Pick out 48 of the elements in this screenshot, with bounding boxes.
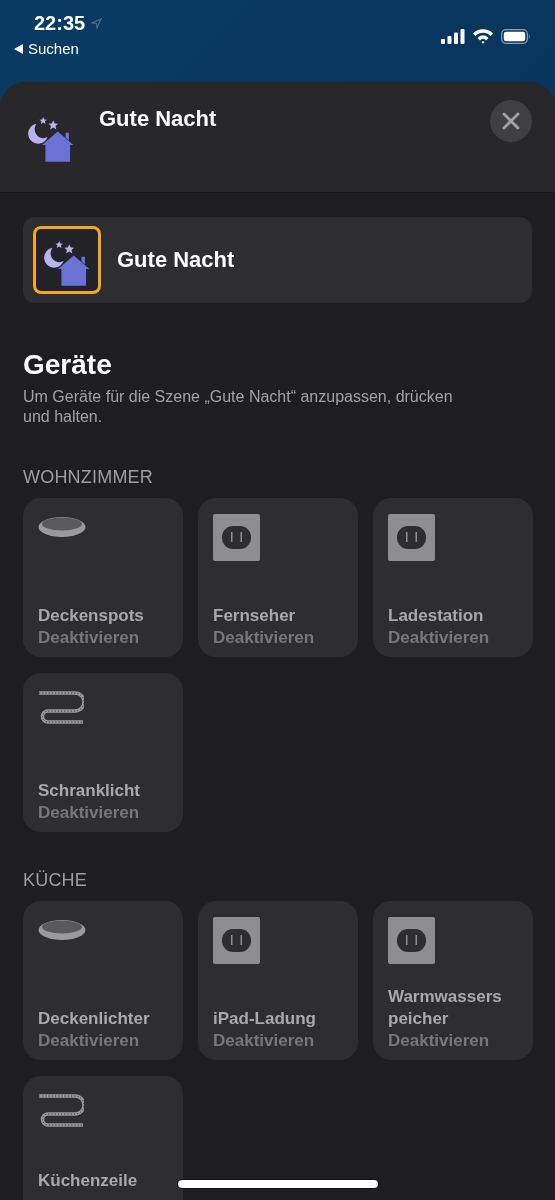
device-tile[interactable]: Deckenspots Deaktivieren bbox=[23, 498, 183, 657]
signal-icon bbox=[441, 28, 465, 44]
ceiling-light-icon bbox=[38, 917, 86, 941]
device-tile[interactable]: Fernseher Deaktivieren bbox=[198, 498, 358, 657]
device-name: Deckenspots bbox=[38, 605, 145, 627]
back-triangle-icon bbox=[14, 43, 23, 54]
device-status: Deaktivieren bbox=[38, 1030, 141, 1052]
close-button[interactable] bbox=[490, 100, 532, 142]
device-name: Schranklicht bbox=[38, 780, 142, 802]
device-name: Küchenzeile bbox=[38, 1170, 139, 1192]
device-name: Warmwassers peicher bbox=[388, 986, 503, 1030]
power-outlet-icon bbox=[388, 917, 435, 964]
close-icon bbox=[502, 112, 520, 130]
device-tile[interactable]: iPad-Ladung Deaktivieren bbox=[198, 901, 358, 1060]
device-name: Ladestation bbox=[388, 605, 485, 627]
device-tile[interactable]: Schranklicht Deaktivieren bbox=[23, 673, 183, 832]
section-heading: Geräte bbox=[23, 349, 113, 381]
room-heading: WOHNZIMMER bbox=[23, 467, 154, 488]
scene-icon-frame[interactable] bbox=[33, 226, 101, 294]
device-name: Deckenlichter bbox=[38, 1008, 151, 1030]
device-status: Deaktivieren bbox=[213, 1030, 316, 1052]
location-arrow-icon bbox=[91, 18, 103, 29]
power-outlet-icon bbox=[388, 514, 435, 561]
scene-name: Gute Nacht bbox=[117, 247, 235, 273]
device-tile[interactable]: Küchenzeile bbox=[23, 1076, 183, 1200]
power-outlet-icon bbox=[213, 917, 260, 964]
sheet-title: Gute Nacht bbox=[99, 106, 218, 132]
device-tile[interactable]: Ladestation Deaktivieren bbox=[373, 498, 533, 657]
device-status: Deaktivieren bbox=[388, 1030, 491, 1052]
light-strip-icon bbox=[38, 1092, 84, 1128]
device-status: Deaktivieren bbox=[38, 802, 141, 824]
device-tile[interactable]: Deckenlichter Deaktivieren bbox=[23, 901, 183, 1060]
back-link[interactable]: Suchen bbox=[14, 38, 103, 57]
hint-text: Um Geräte für die Szene „Gute Nacht“ anzupassen, drücken und halten. bbox=[23, 387, 454, 427]
device-name: iPad-Ladung bbox=[213, 1008, 317, 1030]
clock-time: 22:35 bbox=[34, 12, 86, 35]
wifi-icon bbox=[472, 28, 494, 44]
light-strip-icon bbox=[38, 689, 84, 725]
device-tile[interactable]: Warmwassers peicher Deaktivieren bbox=[373, 901, 533, 1060]
ceiling-light-icon bbox=[38, 514, 86, 538]
scene-card[interactable]: Gute Nacht bbox=[23, 217, 532, 303]
device-status: Deaktivieren bbox=[213, 627, 316, 649]
power-outlet-icon bbox=[213, 514, 260, 561]
room-heading: KÜCHE bbox=[23, 870, 88, 891]
device-status: Deaktivieren bbox=[38, 627, 141, 649]
device-name: Fernseher bbox=[213, 605, 297, 627]
battery-icon bbox=[501, 28, 531, 44]
device-status: Deaktivieren bbox=[388, 627, 491, 649]
